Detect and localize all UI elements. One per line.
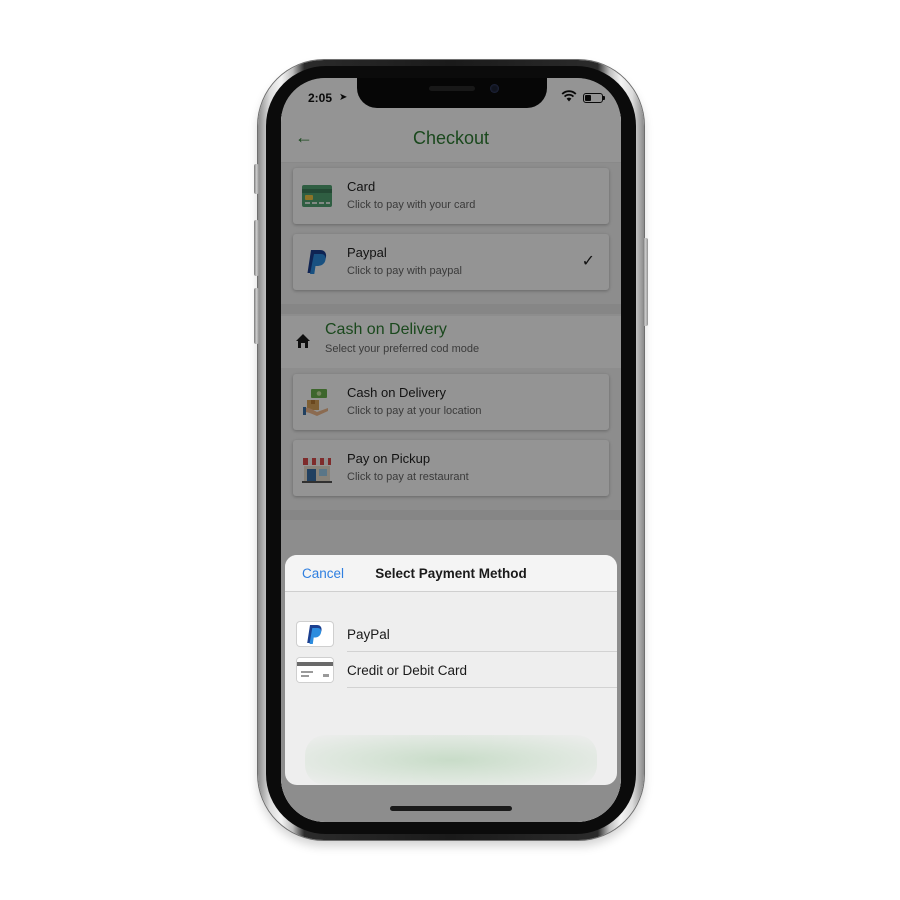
paypal-icon	[297, 622, 333, 646]
sheet-title: Select Payment Method	[375, 566, 527, 581]
payment-method-label: Credit or Debit Card	[347, 663, 468, 678]
payment-method-paypal[interactable]: PayPal	[285, 616, 617, 652]
power-button	[643, 238, 648, 326]
volume-down-button	[254, 288, 259, 344]
payment-method-sheet: Cancel Select Payment Method PayPal Cred…	[285, 555, 617, 785]
sheet-header: Cancel Select Payment Method	[285, 555, 617, 592]
volume-up-button	[254, 220, 259, 276]
card-icon	[297, 658, 333, 682]
phone-screen: 2:05 ➤ ← Checkout Card Click to pay with…	[281, 78, 621, 822]
option-divider	[347, 687, 617, 688]
sheet-bottom-glow	[305, 735, 597, 785]
payment-method-label: PayPal	[347, 627, 390, 642]
mute-switch	[254, 164, 259, 194]
payment-method-card[interactable]: Credit or Debit Card	[285, 652, 617, 688]
home-indicator[interactable]	[390, 806, 512, 811]
